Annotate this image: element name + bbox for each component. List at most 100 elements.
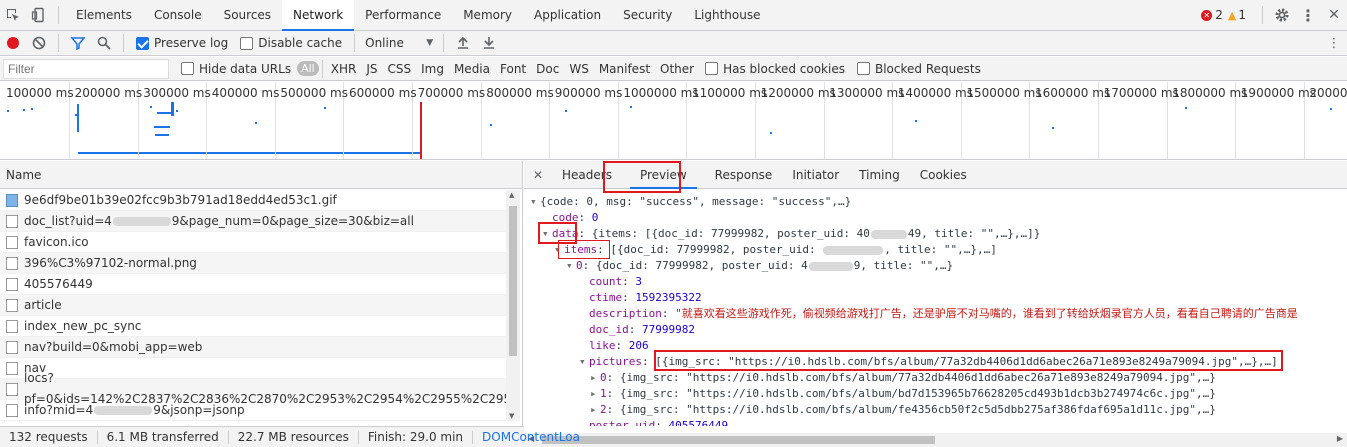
blocked-cookies-checkbox[interactable]: Has blocked cookies (705, 62, 845, 76)
filter-input[interactable] (3, 58, 169, 79)
tab-performance[interactable]: Performance (354, 0, 452, 31)
json-pictures-row[interactable]: ▾ pictures: [{img_src: "https://i0.hdslb.… (579, 354, 1278, 370)
request-row[interactable]: 9e6df9be01b39e02fcc9b3b791ad18edd4ed53c1… (0, 190, 506, 211)
timeline-tick-label: 1800000 ms (1172, 86, 1248, 100)
timeline-tick-label: 200000 ms (74, 86, 143, 100)
hide-data-urls-checkbox[interactable]: Hide data URLs (181, 62, 291, 76)
settings-gear-icon[interactable] (1269, 2, 1295, 28)
disable-cache-checkbox[interactable]: Disable cache (240, 36, 342, 50)
inspect-element-icon[interactable] (0, 2, 26, 28)
divider (123, 34, 124, 52)
tab-timing[interactable]: Timing (849, 161, 910, 189)
network-overview-timeline[interactable]: 100000 ms 200000 ms 300000 ms 400000 ms 5000… (0, 82, 1347, 160)
json-key: data (552, 227, 579, 240)
scroll-down-icon[interactable]: ▼ (509, 412, 514, 420)
document-file-icon (6, 340, 18, 354)
request-row[interactable]: favicon.ico (0, 232, 506, 253)
tab-response[interactable]: Response (705, 161, 783, 189)
json-value: [{img_src: "https://i0.hdslb.com/bfs/alb… (655, 355, 1278, 368)
filter-type-xhr[interactable]: XHR (326, 62, 362, 76)
error-counter[interactable]: ✕ 2 ▲ 1 (1201, 8, 1246, 22)
filter-type-all[interactable]: All (297, 61, 319, 76)
tab-sources[interactable]: Sources (213, 0, 282, 31)
tab-console[interactable]: Console (143, 0, 213, 31)
tab-elements[interactable]: Elements (65, 0, 143, 31)
tab-lighthouse[interactable]: Lighthouse (683, 0, 771, 31)
tab-initiator[interactable]: Initiator (782, 161, 849, 189)
json-data-row[interactable]: ▾ data: {items: [{doc_id: 77999982, poste… (542, 226, 1040, 242)
filter-type-manifest[interactable]: Manifest (594, 62, 655, 76)
throttling-select[interactable]: Online ▼ (361, 36, 437, 50)
scroll-up-icon[interactable]: ▲ (509, 191, 514, 199)
request-row[interactable]: index_new_pc_sync (0, 316, 506, 337)
request-list-pane: Name 9e6df9be01b39e02fcc9b3b791ad18edd4e… (0, 161, 523, 426)
blocked-requests-checkbox[interactable]: Blocked Requests (856, 62, 981, 76)
expanded-arrow-icon: ▾ (579, 355, 586, 368)
filter-type-ws[interactable]: WS (564, 62, 593, 76)
json-picture0-row[interactable]: ▸ 0: {img_src: "https://i0.hdslb.com/bfs/… (590, 370, 1216, 386)
redacted-text (94, 405, 153, 415)
tab-memory[interactable]: Memory (452, 0, 523, 31)
json-root-row[interactable]: ▾ {code: 0, msg: "success", message: "suc… (530, 194, 851, 210)
filter-type-other[interactable]: Other (655, 62, 699, 76)
tab-application[interactable]: Application (523, 0, 612, 31)
timeline-tick-label: 1300000 ms (829, 86, 905, 100)
record-icon[interactable] (0, 30, 26, 56)
disable-cache-label: Disable cache (258, 36, 343, 50)
request-detail-pane: ✕ Headers Preview Response Initiator Tim… (524, 161, 1347, 426)
name-column-header[interactable]: Name (0, 161, 522, 189)
scroll-right-icon[interactable]: ▶ (1337, 434, 1343, 443)
devtools-tab-bar: Elements Console Sources Network Perform… (0, 0, 1347, 31)
document-file-icon (6, 361, 18, 375)
filter-type-css[interactable]: CSS (382, 62, 416, 76)
filter-type-font[interactable]: Font (495, 62, 531, 76)
status-bar: 132 requests 6.1 MB transferred 22.7 MB … (0, 426, 580, 447)
request-row[interactable]: locs?pf=0&ids=142%2C2837%2C2836%2C2870%2… (0, 371, 506, 406)
json-key: doc_id (589, 323, 629, 336)
domcontentloaded-time[interactable]: DOMContentLoa (473, 430, 589, 444)
preserve-log-checkbox[interactable]: Preserve log (136, 36, 228, 50)
tab-headers[interactable]: Headers (552, 161, 622, 189)
tab-security[interactable]: Security (612, 0, 683, 31)
request-row[interactable]: article (0, 295, 506, 316)
divider (321, 59, 323, 78)
import-har-icon[interactable] (450, 30, 476, 56)
request-list: 9e6df9be01b39e02fcc9b3b791ad18edd4ed53c1… (0, 190, 506, 421)
request-row[interactable]: 405576449 (0, 274, 506, 295)
json-items-row[interactable]: ▾ items: [{doc_id: 77999982, poster_uid: … (554, 242, 997, 258)
search-icon[interactable] (91, 30, 117, 56)
tab-cookies[interactable]: Cookies (910, 161, 977, 189)
filter-type-media[interactable]: Media (449, 62, 495, 76)
close-detail-icon[interactable]: ✕ (524, 162, 552, 188)
device-toolbar-icon[interactable] (26, 2, 52, 28)
scrollbar-thumb[interactable] (509, 206, 517, 356)
request-row[interactable]: 396%C3%97102-normal.png (0, 253, 506, 274)
network-settings-icon[interactable]: ⋮ (1321, 30, 1347, 56)
document-file-icon (6, 403, 18, 417)
json-item0-row[interactable]: ▾ 0: {doc_id: 77999982, poster_uid: 4 9, t… (566, 258, 953, 274)
tab-network[interactable]: Network (282, 0, 355, 31)
collapsed-arrow-icon: ▸ (590, 403, 597, 416)
filter-type-img[interactable]: Img (416, 62, 449, 76)
scrollbar-thumb[interactable] (542, 436, 935, 444)
filter-type-doc[interactable]: Doc (531, 62, 564, 76)
timeline-tick-label: 1500000 ms (966, 86, 1042, 100)
request-row[interactable]: nav?build=0&mobi_app=web (0, 337, 506, 358)
detail-tab-bar: ✕ Headers Preview Response Initiator Tim… (524, 161, 1347, 189)
redacted-text (823, 245, 884, 255)
json-picture1-row[interactable]: ▸ 1: {img_src: "https://i0.hdslb.com/bfs/… (590, 386, 1216, 402)
preview-horizontal-scrollbar[interactable]: ◀ ▶ (524, 433, 1347, 447)
export-har-icon[interactable] (476, 30, 502, 56)
clear-icon[interactable] (26, 30, 52, 56)
filter-type-js[interactable]: JS (361, 62, 382, 76)
filter-icon[interactable] (65, 30, 91, 56)
json-picture2-row[interactable]: ▸ 2: {img_src: "https://i0.hdslb.com/bfs/… (590, 402, 1216, 418)
more-options-icon[interactable]: ⋮ (1295, 2, 1321, 28)
throttling-value: Online (365, 36, 404, 50)
close-devtools-icon[interactable]: ✕ (1321, 2, 1347, 28)
request-list-scrollbar[interactable]: ▲ ▼ (506, 190, 520, 421)
request-row[interactable]: doc_list?uid=4 9&page_num=0&page_size=30&… (0, 211, 506, 232)
tab-preview[interactable]: Preview (629, 161, 697, 189)
expanded-arrow-icon: ▾ (554, 243, 561, 256)
timeline-tick-label: 100000 ms (6, 86, 74, 100)
